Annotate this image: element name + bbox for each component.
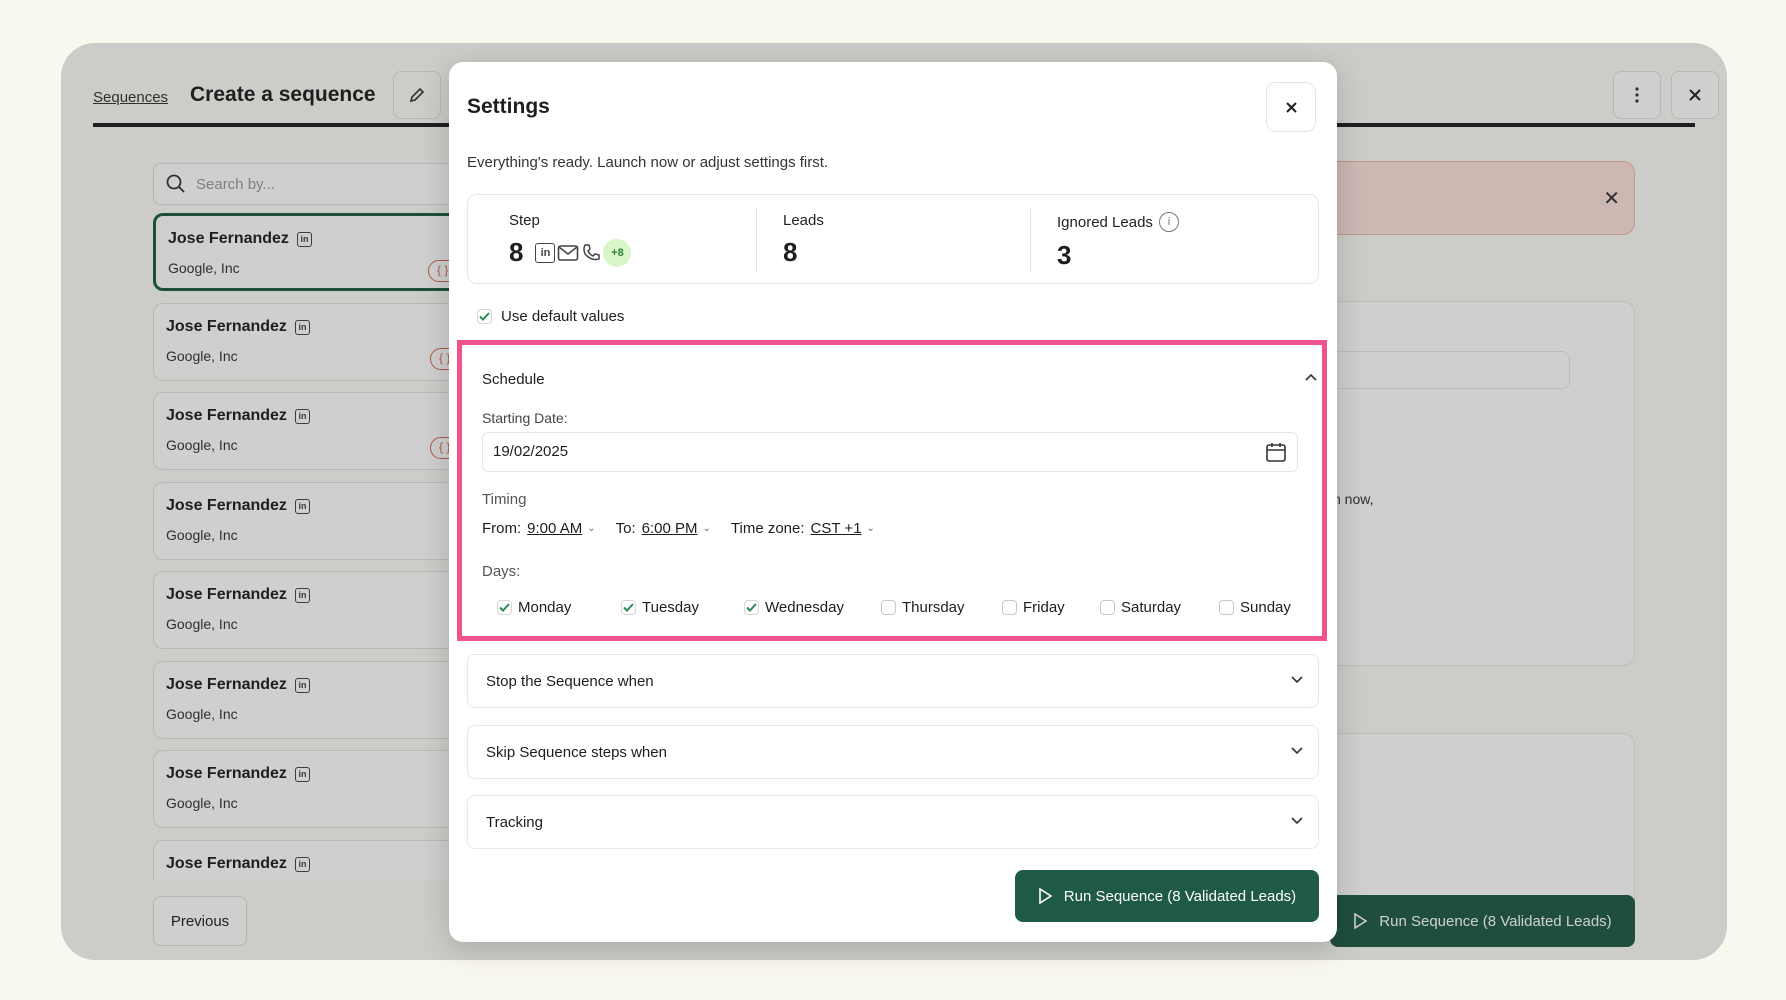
stat-ignored-value: 3 [1057,240,1072,270]
stat-step-value: 8 [509,237,524,267]
use-default-values-checkbox[interactable]: Use default values [477,308,624,325]
play-icon [1038,888,1052,904]
checkbox-checked[interactable] [477,309,492,324]
day-checkbox-monday[interactable]: Monday [497,599,571,616]
day-label: Thursday [902,599,965,616]
check-icon [479,312,490,321]
stat-leads-label: Leads [783,212,824,229]
day-label: Sunday [1240,599,1291,616]
checkbox-checked[interactable] [621,600,636,615]
mail-icon [558,244,579,261]
starting-date-input[interactable]: 19/02/2025 [482,432,1298,472]
stat-ignored-label: Ignored Leads [1057,213,1153,231]
run-sequence-label: Run Sequence (8 Validated Leads) [1063,887,1297,905]
day-label: Saturday [1121,599,1182,616]
accordion-label: Tracking [486,814,543,831]
stat-divider [1030,209,1031,273]
from-label: From: [482,520,522,537]
calendar-icon[interactable] [1265,441,1287,463]
schedule-section: Schedule Starting Date: 19/02/2025 Timin… [457,340,1327,641]
check-icon [623,603,634,612]
stat-divider [756,209,757,273]
checkbox-unchecked[interactable] [1100,600,1115,615]
day-label: Friday [1023,599,1065,616]
chevron-up-icon[interactable] [1304,373,1318,382]
from-time-select[interactable]: 9:00 AM [527,520,582,537]
chevron-down-icon[interactable]: ⌄ [703,523,711,534]
to-time-select[interactable]: 6:00 PM [642,520,698,537]
timing-label: Timing [482,491,527,508]
run-sequence-button[interactable]: Run Sequence (8 Validated Leads) [1015,870,1319,922]
day-checkbox-saturday[interactable]: Saturday [1100,599,1181,616]
timezone-select[interactable]: CST +1 [811,520,862,537]
timezone-label: Time zone: [730,520,805,537]
accordion-tracking[interactable]: Tracking [467,795,1319,849]
day-checkbox-thursday[interactable]: Thursday [881,599,965,616]
day-checkbox-tuesday[interactable]: Tuesday [621,599,699,616]
checkbox-unchecked[interactable] [881,600,896,615]
accordion-stop-sequence[interactable]: Stop the Sequence when [467,654,1319,708]
day-label: Wednesday [765,599,844,616]
schedule-title[interactable]: Schedule [482,371,545,388]
chevron-down-icon[interactable]: ⌄ [867,523,875,534]
starting-date-label: Starting Date: [482,410,568,426]
checkbox-unchecked[interactable] [1002,600,1017,615]
modal-close-button[interactable] [1266,82,1316,132]
day-checkbox-sunday[interactable]: Sunday [1219,599,1291,616]
day-label: Monday [518,599,572,616]
stat-leads: Leads 8 [783,195,824,285]
accordion-label: Skip Sequence steps when [486,744,667,761]
stat-ignored-leads: Ignored Leads i 3 [1057,195,1179,285]
starting-date-value: 19/02/2025 [493,443,569,460]
more-channels-badge: +8 [603,238,632,267]
accordion-label: Stop the Sequence when [486,673,654,690]
stat-leads-value: 8 [783,237,798,267]
modal-subtitle: Everything's ready. Launch now or adjust… [467,154,829,171]
chevron-down-icon [1291,676,1303,684]
day-checkbox-friday[interactable]: Friday [1002,599,1065,616]
checkbox-checked[interactable] [497,600,512,615]
day-checkbox-wednesday[interactable]: Wednesday [744,599,844,616]
days-label: Days: [482,563,521,580]
chevron-down-icon[interactable]: ⌄ [587,523,595,534]
modal-title: Settings [467,95,550,118]
timing-row: From: 9:00 AM ⌄ To: 6:00 PM ⌄ Time zone:… [482,520,895,537]
close-icon [1285,101,1297,113]
summary-stats: Step 8 in +8 Leads 8 Ignored Leads i 3 [467,194,1319,284]
day-label: Tuesday [642,599,699,616]
chevron-down-icon [1291,817,1303,825]
settings-modal: Settings Everything's ready. Launch now … [449,62,1337,942]
check-icon [746,603,757,612]
chevron-down-icon [1291,747,1303,755]
stat-step: Step 8 in +8 [509,195,632,285]
check-icon [499,603,510,612]
linkedin-icon: in [535,242,556,263]
phone-icon [583,243,601,260]
use-default-values-label: Use default values [501,308,625,325]
to-label: To: [615,520,636,537]
accordion-skip-steps[interactable]: Skip Sequence steps when [467,725,1319,779]
info-icon[interactable]: i [1158,212,1179,232]
checkbox-checked[interactable] [744,600,759,615]
stat-step-label: Step [509,212,540,229]
checkbox-unchecked[interactable] [1219,600,1234,615]
